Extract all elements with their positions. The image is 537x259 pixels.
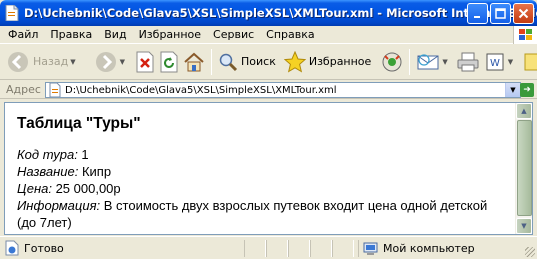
media-button[interactable] — [379, 47, 405, 77]
edit-dropdown-icon[interactable]: ▼ — [508, 58, 513, 66]
toolbar-separator — [409, 48, 411, 75]
address-input[interactable]: D:\Uchebnik\Code\Glava5\XSL\SimpleXSL\XM… — [45, 82, 521, 98]
status-cell — [310, 239, 332, 257]
favorites-star-icon — [283, 50, 306, 73]
status-bar: Готово Мой компьютер — [0, 236, 537, 259]
favorites-button[interactable]: Избранное — [282, 47, 373, 77]
back-button[interactable]: Назад ▼ — [4, 47, 78, 77]
field-label: Информация: — [17, 198, 101, 213]
media-icon — [382, 52, 402, 71]
vertical-scrollbar[interactable]: ▲ ▼ — [515, 103, 532, 234]
status-cell — [288, 239, 310, 257]
field-info: Информация: В стоимость двух взрослых пу… — [17, 197, 509, 231]
toolbar: Назад ▼ ▼ Поиск Избранное ▼ W ▼ — [0, 44, 537, 80]
window-title: D:\Uchebnik\Code\Glava5\XSL\SimpleXSL\XM… — [24, 6, 537, 20]
menu-tools[interactable]: Сервис — [207, 28, 260, 41]
search-label: Поиск — [241, 55, 276, 68]
scroll-down-button[interactable]: ▼ — [516, 218, 532, 234]
back-label: Назад — [33, 55, 69, 68]
windows-logo-icon — [513, 26, 537, 44]
title-bar[interactable]: D:\Uchebnik\Code\Glava5\XSL\SimpleXSL\XM… — [0, 0, 537, 26]
status-text: Готово — [24, 241, 64, 255]
zone-text: Мой компьютер — [383, 242, 475, 255]
field-tour-code: Код тура: 1 — [17, 146, 509, 163]
search-icon — [219, 53, 238, 71]
menu-bar: Файл Правка Вид Избранное Сервис Справка — [0, 26, 537, 44]
edit-word-icon: W — [486, 53, 504, 70]
field-label: Цена: — [17, 181, 52, 196]
toolbar-separator — [211, 48, 212, 75]
status-cell — [244, 239, 266, 257]
document-icon — [5, 5, 19, 21]
edit-button[interactable]: W ▼ — [482, 47, 515, 77]
field-value: 25 000,00р — [51, 181, 121, 196]
minimize-button[interactable] — [467, 3, 488, 24]
field-label: Код тура: — [17, 147, 78, 162]
address-label: Адрес — [6, 83, 41, 96]
xml-page-icon — [49, 83, 61, 97]
home-button[interactable] — [181, 47, 207, 77]
mail-button[interactable]: ▼ — [414, 47, 449, 77]
close-icon — [518, 8, 529, 19]
resize-grip[interactable] — [525, 247, 535, 257]
status-cell — [266, 239, 288, 257]
scroll-up-button[interactable]: ▲ — [516, 103, 532, 119]
minimize-icon — [473, 15, 480, 18]
home-icon — [184, 52, 204, 71]
scroll-down-icon: ▼ — [521, 222, 527, 230]
menu-edit[interactable]: Правка — [44, 28, 98, 41]
svg-text:W: W — [490, 58, 500, 69]
forward-button[interactable]: ▼ — [92, 47, 127, 77]
print-icon — [457, 52, 479, 71]
menu-favorites[interactable]: Избранное — [133, 28, 207, 41]
xml-document: Таблица "Туры" Код тура: 1 Название: Кип… — [17, 115, 509, 231]
address-bar: Адрес D:\Uchebnik\Code\Glava5\XSL\Simple… — [0, 81, 537, 99]
messenger-button[interactable] — [521, 47, 537, 77]
status-cell — [332, 239, 354, 257]
mail-icon — [417, 53, 439, 69]
refresh-button[interactable] — [157, 47, 181, 77]
maximize-button[interactable] — [490, 3, 511, 24]
menu-view[interactable]: Вид — [98, 28, 132, 41]
go-arrow-icon: ➜ — [523, 85, 531, 95]
page-heading: Таблица "Туры" — [17, 115, 141, 132]
field-value: Кипр — [78, 164, 112, 179]
forward-dropdown-icon[interactable]: ▼ — [120, 58, 125, 66]
mail-dropdown-icon[interactable]: ▼ — [442, 58, 447, 66]
favorites-label: Избранное — [308, 55, 372, 68]
menu-help[interactable]: Справка — [260, 28, 320, 41]
stop-icon — [136, 51, 154, 72]
back-dropdown-icon[interactable]: ▼ — [70, 58, 75, 66]
ie-page-icon — [5, 240, 19, 256]
my-computer-icon — [363, 242, 378, 255]
search-button[interactable]: Поиск — [216, 47, 278, 77]
chevron-down-icon: ▼ — [510, 86, 516, 94]
back-arrow-icon — [8, 51, 28, 72]
address-value: D:\Uchebnik\Code\Glava5\XSL\SimpleXSL\XM… — [65, 84, 337, 96]
forward-arrow-icon — [95, 51, 116, 72]
field-value: 1 — [77, 147, 89, 162]
go-button[interactable]: ➜ — [520, 83, 534, 97]
close-button[interactable] — [513, 3, 534, 24]
page-content: Таблица "Туры" Код тура: 1 Название: Кип… — [4, 102, 533, 235]
print-button[interactable] — [454, 47, 482, 77]
field-price: Цена: 25 000,00р — [17, 180, 509, 197]
menu-file[interactable]: Файл — [0, 28, 44, 41]
field-name: Название: Кипр — [17, 163, 509, 180]
scroll-up-icon: ▲ — [521, 107, 527, 115]
maximize-icon — [495, 8, 506, 19]
address-dropdown-button[interactable]: ▼ — [505, 83, 520, 97]
refresh-icon — [160, 51, 178, 72]
scroll-thumb[interactable] — [517, 120, 532, 216]
field-label: Название: — [17, 164, 79, 179]
messenger-note-icon — [524, 53, 537, 70]
security-zone: Мой компьютер — [358, 240, 523, 257]
stop-button[interactable] — [133, 47, 157, 77]
